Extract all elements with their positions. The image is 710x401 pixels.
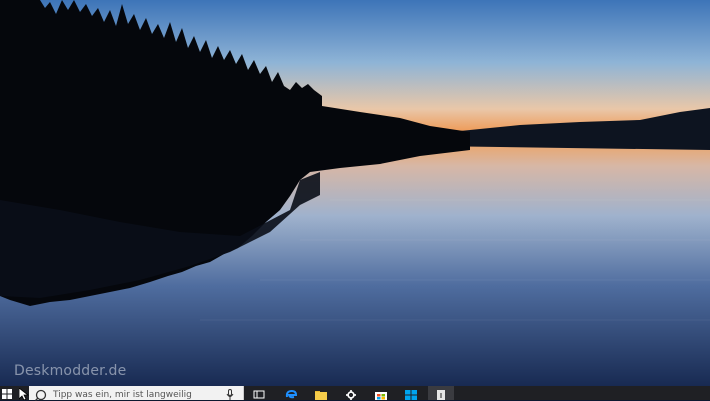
search-icon <box>35 389 47 401</box>
app-icon <box>437 390 445 400</box>
mouse-cursor-icon <box>19 388 29 400</box>
windows-app-button[interactable] <box>398 386 424 400</box>
edge-icon <box>285 390 297 399</box>
settings-icon <box>346 390 356 400</box>
task-view-button[interactable] <box>246 386 272 400</box>
file-explorer-button[interactable] <box>308 386 334 400</box>
file-explorer-icon <box>315 391 327 400</box>
microphone-icon[interactable] <box>226 389 234 400</box>
active-app-button[interactable] <box>428 386 454 400</box>
edge-button[interactable] <box>278 386 304 400</box>
lake-sunset-wallpaper <box>0 0 710 386</box>
store-button[interactable] <box>368 386 394 400</box>
windows-icon <box>405 390 417 400</box>
search-placeholder: Tipp was ein, mir ist langweilig <box>53 390 192 400</box>
desktop-wallpaper <box>0 0 710 386</box>
windows-start-icon <box>2 389 12 399</box>
watermark-text: Deskmodder.de <box>14 363 127 379</box>
taskbar: Tipp was ein, mir ist langweilig <box>0 386 710 401</box>
settings-button[interactable] <box>338 386 364 400</box>
task-view-icon <box>253 390 265 399</box>
search-box[interactable]: Tipp was ein, mir ist langweilig <box>29 386 244 401</box>
store-icon <box>375 392 387 400</box>
